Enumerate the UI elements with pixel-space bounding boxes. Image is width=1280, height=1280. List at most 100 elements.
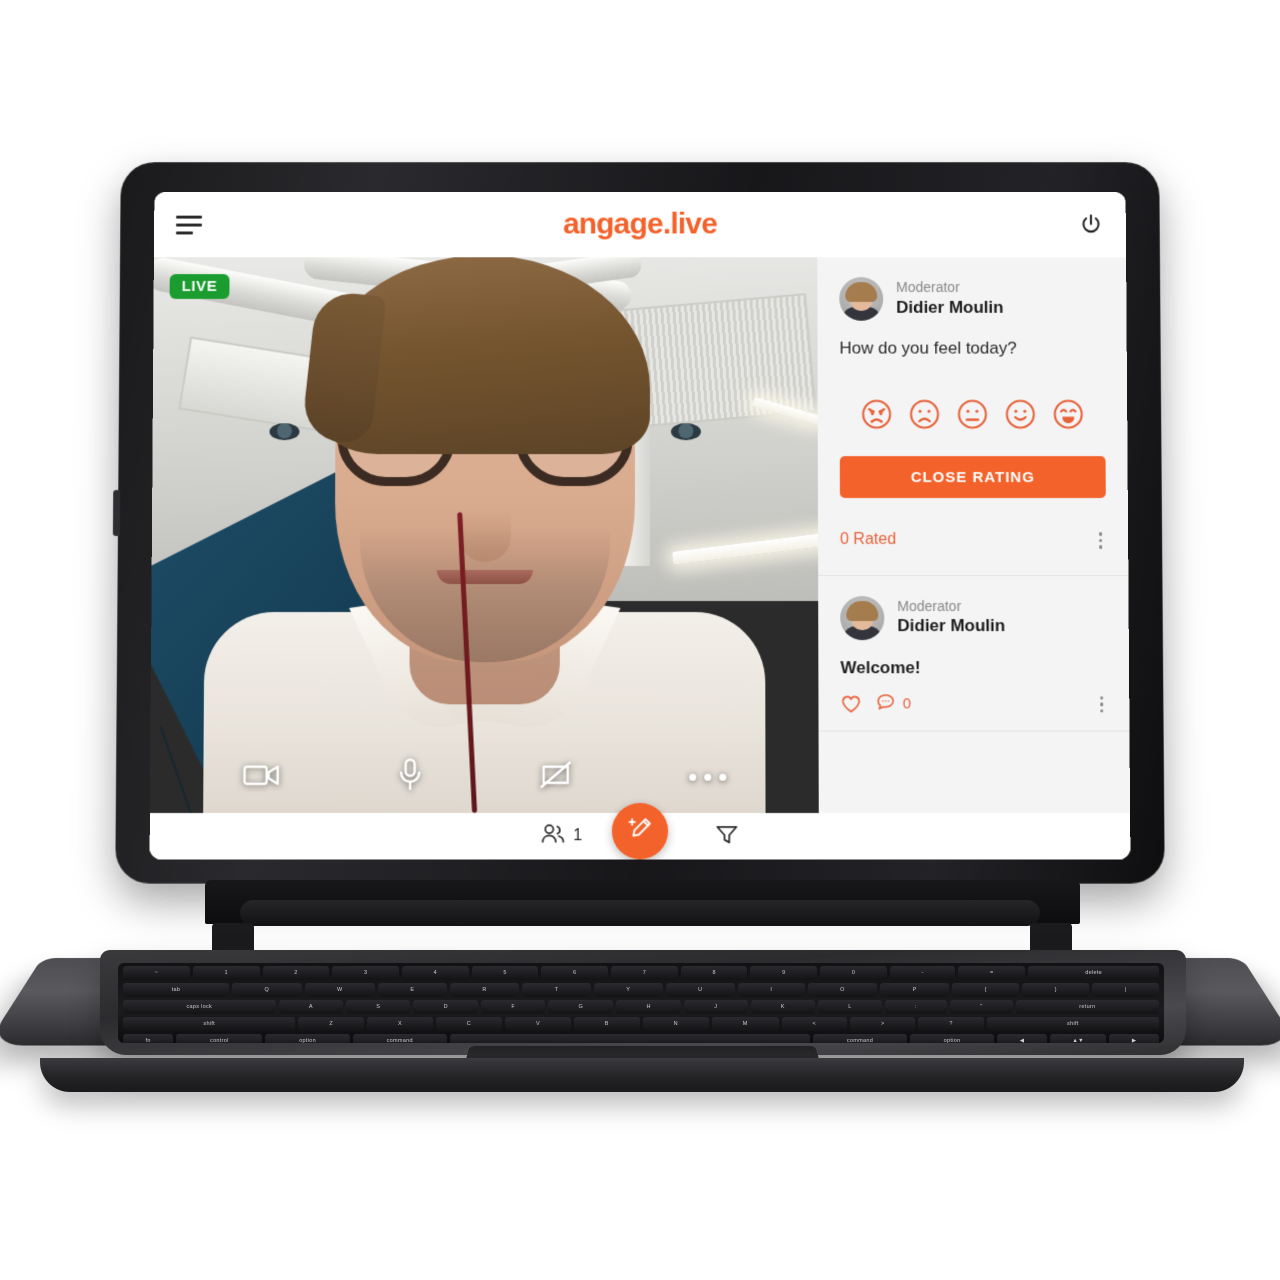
keyboard-key[interactable]: D xyxy=(413,1000,479,1014)
keyboard-key[interactable]: command xyxy=(352,1034,447,1043)
keyboard-key[interactable]: 1 xyxy=(192,966,260,980)
keyboard-key[interactable]: C xyxy=(435,1017,502,1031)
keyboard-key[interactable]: Q xyxy=(231,983,302,997)
keyboard-key[interactable]: shift xyxy=(986,1017,1160,1031)
keyboard-key[interactable]: E xyxy=(377,983,447,997)
keyboard-key[interactable]: 3 xyxy=(332,966,399,980)
keyboard-key[interactable]: 8 xyxy=(680,966,748,980)
keyboard-key[interactable]: command xyxy=(813,1034,907,1043)
keyboard-key[interactable]: A xyxy=(278,1000,344,1014)
keyboard-key[interactable]: 5 xyxy=(471,966,539,980)
live-badge: LIVE xyxy=(169,274,230,299)
keyboard-key[interactable]: { xyxy=(952,983,1020,997)
keyboard-key[interactable]: = xyxy=(958,966,1026,980)
keyboard-key[interactable]: L xyxy=(818,1000,882,1014)
keyboard-key[interactable]: K xyxy=(750,1000,815,1014)
keyboard-key[interactable]: ▶ xyxy=(1109,1034,1159,1043)
filter-button[interactable] xyxy=(715,822,740,850)
keyboard-key[interactable]: H xyxy=(616,1000,682,1014)
keyboard-key[interactable]: ▲▼ xyxy=(1049,1034,1107,1043)
app-header: angage.live xyxy=(153,191,1127,258)
keyboard-key[interactable]: M xyxy=(711,1017,779,1031)
author-name: Didier Moulin xyxy=(897,616,1006,636)
comment-count: 0 xyxy=(902,695,912,713)
keyboard-key[interactable]: U xyxy=(665,983,735,997)
keyboard-key[interactable]: option xyxy=(909,1034,995,1043)
keyboard-key[interactable] xyxy=(449,1034,811,1043)
compose-fab-button[interactable] xyxy=(611,802,669,860)
keyboard-key[interactable]: shift xyxy=(123,1017,296,1031)
compose-pencil-icon xyxy=(626,815,654,848)
keyboard-key[interactable]: | xyxy=(1092,983,1159,997)
emoji-neutral-icon[interactable] xyxy=(956,398,988,430)
keyboard-key[interactable]: 9 xyxy=(750,966,818,980)
keyboard-key[interactable]: delete xyxy=(1028,966,1160,980)
keyboard-key[interactable]: S xyxy=(346,1000,411,1014)
keyboard-key[interactable]: G xyxy=(548,1000,614,1014)
video-stage[interactable]: LIVE xyxy=(149,257,819,814)
keyboard-key[interactable]: O xyxy=(807,983,878,997)
emoji-frowning-icon[interactable] xyxy=(909,398,941,430)
keyboard-key[interactable]: N xyxy=(642,1017,709,1031)
power-icon[interactable] xyxy=(1078,212,1104,238)
keyboard-key[interactable]: R xyxy=(449,983,520,997)
emoji-smiling-icon[interactable] xyxy=(1004,398,1036,430)
emoji-laughing-icon[interactable] xyxy=(1052,398,1084,430)
keyboard-key[interactable]: ◀ xyxy=(997,1034,1047,1043)
participants-button[interactable]: 1 xyxy=(540,823,582,849)
emoji-angry-icon[interactable] xyxy=(861,398,893,430)
participants-count: 1 xyxy=(573,827,583,845)
author-role: Moderator xyxy=(897,597,962,614)
app-bottom-bar: 1 xyxy=(149,802,1131,860)
keyboard-key[interactable]: " xyxy=(950,1000,1013,1014)
kebab-menu-icon[interactable] xyxy=(1095,528,1107,552)
keyboard-key[interactable]: return xyxy=(1015,1000,1159,1014)
keyboard-key[interactable]: J xyxy=(684,1000,748,1014)
keyboard-key[interactable]: 0 xyxy=(820,966,887,980)
tablet-screen: angage.live LIVE Moderator Didier Moulin… xyxy=(149,191,1131,860)
main-content-row: LIVE Moderator Didier Moulin How do you … xyxy=(149,257,1131,814)
keyboard-key[interactable]: 7 xyxy=(611,966,678,980)
keyboard-key[interactable]: T xyxy=(522,983,591,997)
keyboard-key[interactable]: tab xyxy=(123,983,229,997)
close-rating-button[interactable]: CLOSE RATING xyxy=(839,456,1106,499)
angage-live-app: angage.live LIVE Moderator Didier Moulin… xyxy=(149,191,1131,860)
kebab-menu-icon[interactable] xyxy=(1096,692,1108,717)
keyboard-key[interactable]: control xyxy=(176,1034,263,1043)
keyboard-key[interactable]: option xyxy=(265,1034,350,1043)
keyboard-base xyxy=(40,1058,1244,1092)
keyboard-keys[interactable]: ~1 2 3 4 5 6 7 8 9 0- = delete tab Q W E R T Y U I O P{} | cap… xyxy=(118,963,1164,1043)
keyboard-key[interactable]: ? xyxy=(918,1017,984,1031)
keyboard-key[interactable]: ~ xyxy=(123,966,190,980)
person-eye-left xyxy=(269,423,300,441)
keyboard-key[interactable]: : xyxy=(884,1000,948,1014)
rated-summary-row: 0 Rated xyxy=(817,498,1129,576)
comment-action[interactable]: 0 xyxy=(876,692,912,716)
keyboard-key[interactable]: 6 xyxy=(541,966,609,980)
video-feed xyxy=(149,257,819,814)
video-camera-icon[interactable] xyxy=(242,761,280,794)
keyboard-key[interactable]: P xyxy=(880,983,950,997)
heart-icon[interactable] xyxy=(841,695,862,714)
keyboard-key[interactable]: < xyxy=(781,1017,847,1031)
keyboard-key[interactable]: fn xyxy=(123,1034,174,1043)
more-horizontal-icon[interactable] xyxy=(689,773,727,781)
keyboard-key[interactable]: Z xyxy=(298,1017,364,1031)
keyboard-key[interactable]: } xyxy=(1022,983,1090,997)
keyboard-key[interactable]: - xyxy=(889,966,956,980)
keyboard-key[interactable]: caps lock xyxy=(123,1000,276,1014)
keyboard-key[interactable]: B xyxy=(573,1017,640,1031)
screen-share-off-icon[interactable] xyxy=(539,760,573,795)
keyboard-key[interactable]: F xyxy=(481,1000,546,1014)
keyboard-key[interactable]: I xyxy=(737,983,805,997)
microphone-icon[interactable] xyxy=(397,758,423,797)
keyboard-key[interactable]: V xyxy=(505,1017,571,1031)
keyboard-key[interactable]: Y xyxy=(593,983,663,997)
rating-card-author: Moderator Didier Moulin xyxy=(817,257,1126,321)
keyboard-key[interactable]: X xyxy=(367,1017,433,1031)
keyboard-key[interactable]: 2 xyxy=(262,966,330,980)
keyboard-key[interactable]: W xyxy=(304,983,375,997)
keyboard-key[interactable]: 4 xyxy=(401,966,469,980)
hamburger-menu-icon[interactable] xyxy=(175,215,203,234)
keyboard-key[interactable]: > xyxy=(850,1017,916,1031)
